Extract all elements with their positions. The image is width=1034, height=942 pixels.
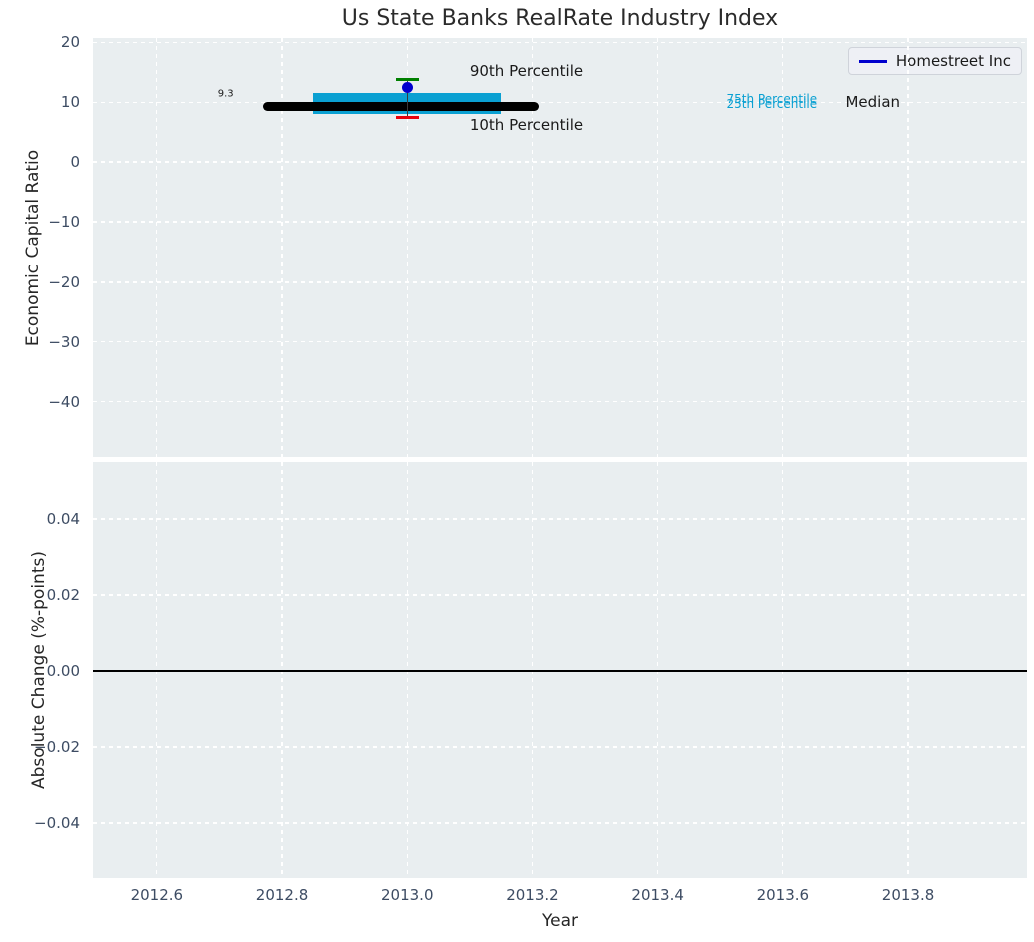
x-axis-label: Year bbox=[542, 911, 578, 931]
y-tick-label: 0 bbox=[70, 153, 80, 172]
legend-line-sample bbox=[859, 59, 887, 63]
y-gridline bbox=[93, 341, 1027, 343]
x-tick-label: 2013.0 bbox=[381, 886, 434, 904]
x-tick-label: 2012.6 bbox=[130, 886, 184, 904]
zero-line bbox=[93, 669, 1027, 672]
y-tick-label: −0.02 bbox=[34, 737, 80, 756]
y-tick-label: 0.02 bbox=[46, 585, 80, 604]
chart-title: Us State Banks RealRate Industry Index bbox=[341, 6, 779, 31]
annotation: Median bbox=[845, 93, 901, 112]
y-gridline bbox=[93, 221, 1027, 223]
legend: Homestreet Inc bbox=[848, 47, 1022, 75]
y-gridline bbox=[93, 822, 1027, 824]
y-gridline bbox=[93, 518, 1027, 520]
x-tick-label: 2013.8 bbox=[881, 886, 935, 904]
x-tick-label: 2013.2 bbox=[506, 886, 559, 904]
y-tick-label: −10 bbox=[48, 213, 80, 232]
y-tick-label: −30 bbox=[48, 332, 80, 351]
p10-cap bbox=[395, 116, 419, 120]
y-gridline bbox=[93, 401, 1027, 403]
y-tick-label: 10 bbox=[60, 93, 80, 112]
legend-label: Homestreet Inc bbox=[895, 52, 1011, 70]
x-tick-label: 2013.4 bbox=[631, 886, 684, 904]
y-tick-label: −40 bbox=[48, 392, 80, 411]
y-tick-label: 0.00 bbox=[46, 661, 80, 680]
y-gridline bbox=[93, 161, 1027, 163]
y-gridline bbox=[93, 41, 1027, 43]
median-line bbox=[263, 101, 539, 111]
y-tick-label: −20 bbox=[48, 272, 80, 291]
x-tick-label: 2012.8 bbox=[255, 886, 309, 904]
y-gridline bbox=[93, 746, 1027, 748]
y-axis-label-top: Economic Capital Ratio bbox=[23, 149, 43, 347]
y-gridline bbox=[93, 281, 1027, 283]
p90-cap bbox=[395, 77, 419, 81]
annotation: 90th Percentile bbox=[469, 61, 584, 80]
y-tick-label: 0.04 bbox=[46, 509, 80, 528]
company-dot bbox=[401, 82, 413, 94]
y-tick-label: −0.04 bbox=[34, 813, 80, 832]
annotation: 10th Percentile bbox=[469, 115, 584, 134]
annotation: 9.3 bbox=[217, 88, 234, 100]
figure: Us State Banks RealRate Industry Index E… bbox=[0, 0, 1034, 942]
annotation: 25th Percentile bbox=[726, 97, 818, 112]
y-tick-label: 20 bbox=[60, 33, 80, 52]
x-tick-label: 2013.6 bbox=[756, 886, 810, 904]
y-gridline bbox=[93, 594, 1027, 596]
